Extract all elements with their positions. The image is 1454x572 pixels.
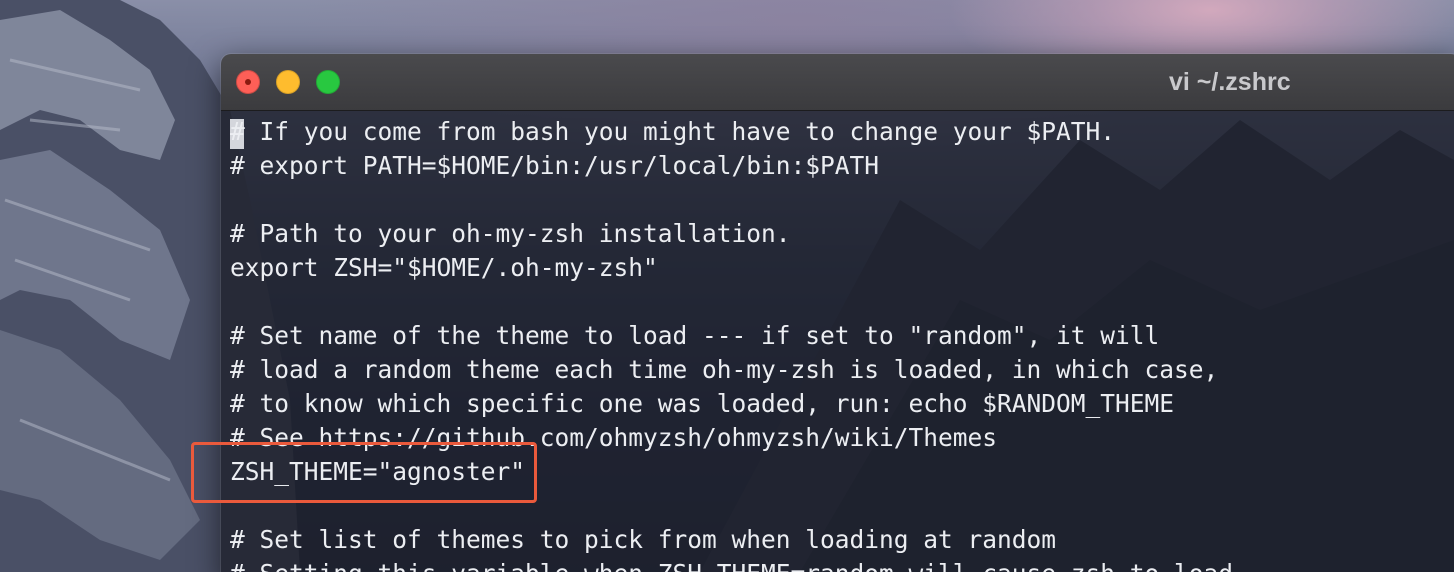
title-bar[interactable]: vi ~/.zshrc <box>221 54 1454 111</box>
editor-line[interactable]: # load a random theme each time oh-my-zs… <box>230 353 1233 387</box>
window-title: vi ~/.zshrc <box>1169 68 1291 96</box>
close-window-button[interactable] <box>236 70 260 94</box>
editor-line[interactable]: # Path to your oh-my-zsh installation. <box>230 217 1233 251</box>
editor-line[interactable]: # export PATH=$HOME/bin:/usr/local/bin:$… <box>230 149 1233 183</box>
editor-line[interactable] <box>230 183 1233 217</box>
editor-line[interactable]: export ZSH="$HOME/.oh-my-zsh" <box>230 251 1233 285</box>
editor-line[interactable] <box>230 285 1233 319</box>
editor-line[interactable]: # to know which specific one was loaded,… <box>230 387 1233 421</box>
zsh-theme-highlight-box <box>191 442 537 503</box>
editor-line[interactable]: # If you come from bash you might have t… <box>230 115 1233 149</box>
zoom-window-button[interactable] <box>316 70 340 94</box>
editor-line[interactable]: # Set name of the theme to load --- if s… <box>230 319 1233 353</box>
editor-line[interactable]: # Set list of themes to pick from when l… <box>230 523 1233 557</box>
minimize-window-button[interactable] <box>276 70 300 94</box>
editor-line[interactable]: # Setting this variable when ZSH_THEME=r… <box>230 557 1233 572</box>
editor-lines[interactable]: # If you come from bash you might have t… <box>230 115 1233 572</box>
